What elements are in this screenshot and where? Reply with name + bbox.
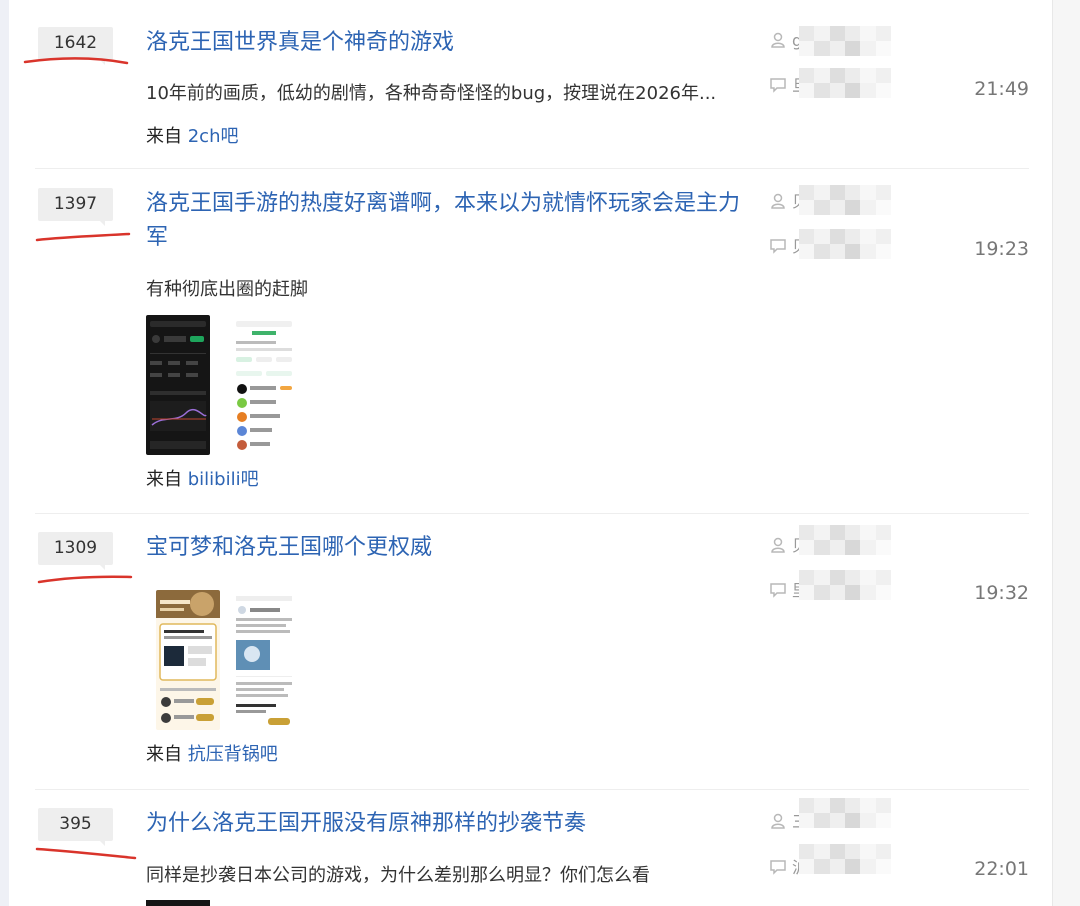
thread-item: 1397 洛克王国手游的热度好离谱啊，本来以为就情怀玩家会是主力军 有种彻底出圈… bbox=[9, 169, 1052, 513]
last-replier-mosaic bbox=[799, 68, 891, 98]
author-name-mosaic bbox=[799, 185, 891, 215]
thread-item: 395 为什么洛克王国开服没有原神那样的抄袭节奏 同样是抄袭日本公司的游戏，为什… bbox=[9, 790, 1052, 906]
reply-count-badge: 1309 bbox=[38, 532, 113, 570]
thread-image-thumbnail[interactable] bbox=[232, 315, 296, 455]
forum-link[interactable]: 2ch吧 bbox=[188, 126, 239, 147]
user-icon bbox=[771, 193, 785, 209]
thread-list-page: 1642 洛克王国世界真是个神奇的游戏 10年前的画质，低幼的剧情，各种奇奇怪怪… bbox=[0, 0, 1080, 906]
thread-image-thumbnail[interactable] bbox=[146, 900, 210, 906]
last-reply-time: 19:32 bbox=[974, 582, 1029, 604]
user-icon bbox=[771, 32, 785, 48]
thread-source: 来自 2ch吧 bbox=[146, 123, 239, 151]
thread-abstract-text: 10年前的画质，低幼的剧情，各种奇奇怪怪的bug，按理说在2026年... bbox=[146, 83, 717, 104]
last-reply-time: 22:01 bbox=[974, 858, 1029, 880]
source-prefix: 来自 bbox=[146, 469, 182, 490]
last-reply-time: 21:49 bbox=[974, 78, 1029, 100]
thread-item: 1309 宝可梦和洛克王国哪个更权威 来自 抗压背锅吧 19:32 bbox=[9, 514, 1052, 789]
thread-abstract-text: 有种彻底出圈的赶脚 bbox=[146, 279, 308, 300]
red-underline-annotation bbox=[37, 575, 133, 584]
thread-image-thumbnail[interactable] bbox=[232, 590, 296, 730]
author-name-mosaic bbox=[799, 26, 891, 56]
thread-source: 来自 bilibili吧 bbox=[146, 466, 259, 494]
comment-icon bbox=[770, 78, 786, 93]
user-icon bbox=[771, 537, 785, 553]
source-prefix: 来自 bbox=[146, 126, 182, 147]
thread-image-thumbnail[interactable] bbox=[156, 590, 220, 730]
thread-title[interactable]: 为什么洛克王国开服没有原神那样的抄袭节奏 bbox=[146, 807, 746, 841]
thread-abstract-text: 同样是抄袭日本公司的游戏，为什么差别那么明显？你们怎么看 bbox=[146, 865, 650, 886]
author-name-mosaic bbox=[799, 525, 891, 555]
red-underline-annotation bbox=[35, 847, 137, 860]
reply-count-badge: 1397 bbox=[38, 188, 113, 226]
red-underline-annotation bbox=[23, 57, 129, 65]
forum-link[interactable]: 抗压背锅吧 bbox=[188, 744, 278, 765]
last-replier-mosaic bbox=[799, 844, 891, 874]
last-replier-mosaic bbox=[799, 229, 891, 259]
author-name-mosaic bbox=[799, 798, 891, 828]
comment-icon bbox=[770, 239, 786, 254]
source-prefix: 来自 bbox=[146, 744, 182, 765]
comment-icon bbox=[770, 583, 786, 598]
last-replier-mosaic bbox=[799, 570, 891, 600]
red-underline-annotation bbox=[35, 232, 131, 242]
thread-title[interactable]: 洛克王国手游的热度好离谱啊，本来以为就情怀玩家会是主力军 bbox=[146, 187, 746, 255]
forum-link[interactable]: bilibili吧 bbox=[188, 469, 259, 490]
thread-abstract: 10年前的画质，低幼的剧情，各种奇奇怪怪的bug，按理说在2026年... bbox=[146, 80, 746, 108]
thread-source: 来自 抗压背锅吧 bbox=[146, 741, 278, 769]
thread-title[interactable]: 洛克王国世界真是个神奇的游戏 bbox=[146, 26, 746, 60]
left-edge bbox=[0, 0, 9, 906]
reply-count-badge: 395 bbox=[38, 808, 113, 846]
thread-abstract: 同样是抄袭日本公司的游戏，为什么差别那么明显？你们怎么看 bbox=[146, 862, 746, 890]
thread-abstract: 有种彻底出圈的赶脚 bbox=[146, 276, 746, 304]
thread-list: 1642 洛克王国世界真是个神奇的游戏 10年前的画质，低幼的剧情，各种奇奇怪怪… bbox=[9, 0, 1053, 906]
thread-item: 1642 洛克王国世界真是个神奇的游戏 10年前的画质，低幼的剧情，各种奇奇怪怪… bbox=[9, 0, 1052, 168]
comment-icon bbox=[770, 860, 786, 875]
thread-title[interactable]: 宝可梦和洛克王国哪个更权威 bbox=[146, 531, 746, 565]
thread-image-thumbnail[interactable] bbox=[146, 315, 210, 455]
user-icon bbox=[771, 813, 785, 829]
right-edge bbox=[1053, 0, 1080, 906]
last-reply-time: 19:23 bbox=[974, 238, 1029, 260]
